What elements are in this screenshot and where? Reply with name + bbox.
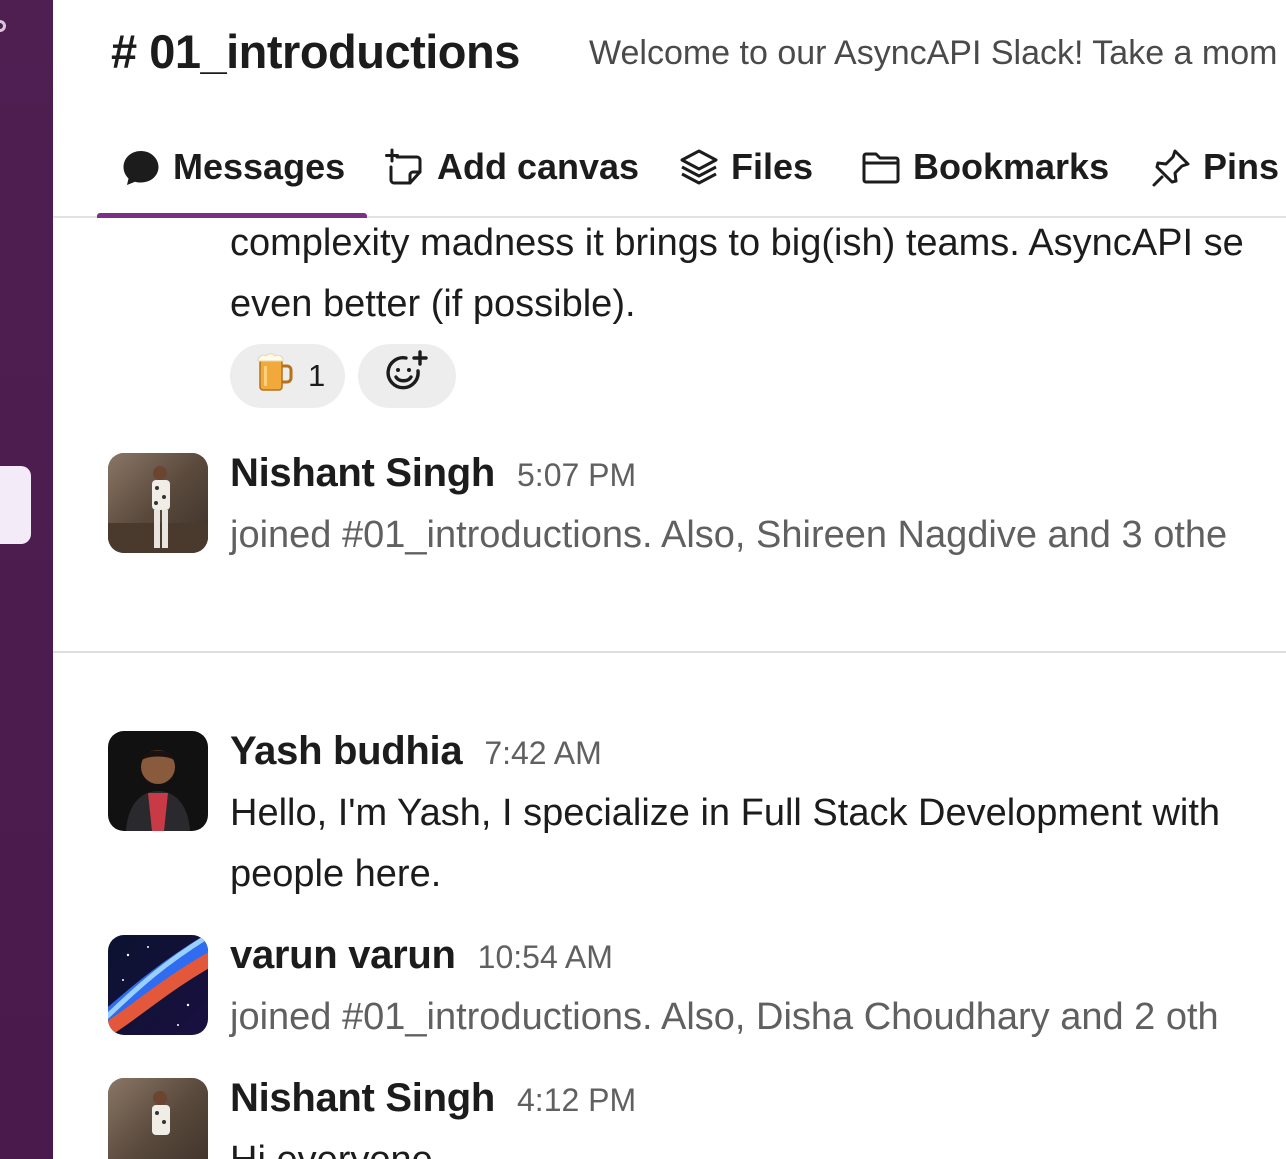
message-author[interactable]: Nishant Singh [230,451,495,496]
tab-label: Add canvas [437,146,640,187]
tab-add-canvas[interactable]: Add canvas [385,130,639,216]
message-author[interactable]: Yash budhia [230,729,463,774]
message-text: even better (if possible). [230,283,636,325]
canvas-icon [385,148,425,188]
workspace-sidebar [0,0,53,1159]
tab-bookmarks[interactable]: Bookmarks [861,130,1109,216]
tab-pins[interactable]: Pins [1151,130,1279,216]
message-text: Hello, I'm Yash, I specialize in Full St… [230,792,1221,834]
reaction-count: 1 [308,358,326,393]
message-text: complexity madness it brings to big(ish)… [230,222,1244,264]
pin-icon [1151,148,1191,188]
reaction-beer[interactable]: 1 [230,344,346,408]
message-feed[interactable]: complexity madness it brings to big(ish)… [53,218,1286,1159]
avatar[interactable] [108,731,208,831]
tab-files[interactable]: Files [679,130,813,216]
message-header: varun varun 10:54 AM [230,933,613,978]
message-header: Nishant Singh 4:12 PM [230,1076,636,1121]
channel-view: # 01_introductions Welcome to our AsyncA… [53,0,1286,1159]
avatar[interactable] [108,453,208,553]
tab-label: Pins [1203,146,1280,187]
message-header: Yash budhia 7:42 AM [230,729,602,774]
message-text: Hi everyone [230,1130,433,1159]
message-timestamp[interactable]: 7:42 AM [484,735,601,772]
message-author[interactable]: Nishant Singh [230,1076,495,1121]
message-author[interactable]: varun varun [230,933,456,978]
avatar[interactable] [108,935,208,1035]
date-divider [53,651,1286,653]
add-reaction-button[interactable] [358,344,457,408]
message-timestamp[interactable]: 10:54 AM [478,939,613,976]
files-stack-icon [679,148,719,188]
sidebar-top-icon[interactable] [0,18,8,62]
channel-title[interactable]: # 01_introductions [111,24,520,79]
tab-messages[interactable]: Messages [96,130,368,218]
channel-tabs: Messages Add canvas Files Bookmarks Pins [53,130,1286,218]
message-text: joined #01_introductions. Also, Shireen … [230,514,1228,556]
beer-emoji-icon [254,352,296,400]
reactions-bar: 1 [230,344,457,408]
add-emoji-icon [384,349,430,403]
channel-topic[interactable]: Welcome to our AsyncAPI Slack! Take a mo… [589,34,1277,73]
message-bubble-icon [121,148,161,188]
folder-icon [861,148,901,188]
message-header: Nishant Singh 5:07 PM [230,451,636,496]
message-text: joined #01_introductions. Also, Disha Ch… [230,996,1219,1038]
avatar[interactable] [108,1078,208,1159]
message-timestamp[interactable]: 5:07 PM [517,457,636,494]
message-text: people here. [230,853,442,895]
tab-label: Messages [173,146,346,187]
channel-header: # 01_introductions Welcome to our AsyncA… [53,0,1286,105]
message-timestamp[interactable]: 4:12 PM [517,1082,636,1119]
tab-label: Bookmarks [913,146,1110,187]
tab-label: Files [731,146,814,187]
sidebar-selected-indicator[interactable] [0,466,31,544]
